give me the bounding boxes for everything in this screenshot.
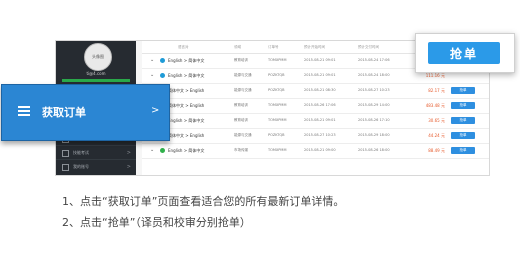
field: 教育培训	[234, 118, 248, 122]
price: 111.16 元	[425, 73, 445, 78]
lang-pair: English > 简体中文	[168, 58, 205, 63]
field: 能源与交通	[234, 133, 252, 137]
end-time: 2015-08-26 18:00	[358, 148, 390, 152]
sidebar-item-exam[interactable]: 技能考试 >	[56, 145, 136, 160]
list-icon	[18, 106, 30, 118]
lang-pair: 简体中文 > English	[168, 88, 205, 93]
col-header: 预计交付时间	[358, 45, 379, 49]
start-time: 2015-08-21 09:00	[304, 148, 336, 152]
grab-order-button[interactable]: 抢单	[451, 87, 475, 94]
table-row[interactable]: ⌄ English > 简体中文 市场传媒 TOMXPMM 2015-08-21…	[142, 143, 489, 159]
start-time: 2015-08-21 08:30	[304, 88, 336, 92]
table-row[interactable]: ⌄ English > 简体中文 教育培训 TOMXPMM 2015-08-21…	[142, 113, 489, 129]
sidebar-item-account[interactable]: 我的账号 >	[56, 159, 136, 174]
order-id: POZKTQB	[268, 73, 285, 77]
price: 30.65 元	[428, 118, 445, 123]
lang-pair: 简体中文 > English	[168, 133, 205, 138]
chevron-right-icon: >	[126, 150, 131, 156]
order-id: TOMXPMM	[268, 58, 287, 62]
grab-order-button[interactable]: 抢单	[451, 147, 475, 154]
get-orders-menu-item[interactable]: 获取订单 >	[1, 84, 170, 141]
start-time: 2015-08-21 09:01	[304, 73, 336, 77]
progress-bar	[62, 79, 130, 82]
expand-chevron-icon[interactable]: ⌄	[150, 147, 154, 153]
col-header: 语言对	[178, 45, 189, 49]
price: 88.49 元	[428, 148, 445, 153]
instruction-step-1: 1、点击“获取订单”页面查看适合您的所有最新订单详情。	[62, 195, 345, 208]
grab-button-callout: 抢单	[415, 33, 515, 73]
grab-order-button[interactable]: 抢单	[451, 117, 475, 124]
end-time: 2015-08-29 18:00	[358, 133, 390, 137]
col-header: 订单号	[268, 45, 279, 49]
order-id: POZKTQB	[268, 133, 285, 137]
price: 483.48 元	[425, 103, 445, 108]
start-time: 2015-08-27 10:23	[304, 133, 336, 137]
order-id: POZKTQB	[268, 88, 285, 92]
field: 市场传媒	[234, 148, 248, 152]
user-icon	[62, 163, 69, 171]
chevron-right-icon: >	[151, 105, 160, 116]
grab-order-button[interactable]: 抢单	[451, 132, 475, 139]
col-header: 预计开始时间	[304, 45, 325, 49]
avatar[interactable]: 头像图	[84, 43, 112, 71]
chevron-right-icon: >	[126, 164, 131, 170]
end-time: 2015-08-24 17:06	[358, 58, 390, 62]
order-id: TOMXPMM	[268, 148, 287, 152]
field: 能源与交通	[234, 88, 252, 92]
lang-pair: English > 简体中文	[168, 148, 205, 153]
table-row[interactable]: ⌄ 简体中文 > English 能源与交通 POZKTQB 2015-08-2…	[142, 128, 489, 144]
col-header: 领域	[234, 45, 241, 49]
language-icon	[160, 58, 165, 63]
lang-pair: 简体中文 > English	[168, 103, 205, 108]
lang-pair: English > 简体中文	[168, 118, 205, 123]
field: 能源与交通	[234, 73, 252, 77]
language-icon	[160, 148, 165, 153]
grab-order-button[interactable]: 抢单	[451, 102, 475, 109]
expand-chevron-icon[interactable]: ⌄	[150, 57, 154, 63]
grab-order-button-large[interactable]: 抢单	[428, 42, 500, 64]
end-time: 2015-08-24 18:00	[358, 73, 390, 77]
field: 教育培训	[234, 58, 248, 62]
end-time: 2015-08-26 17:10	[358, 118, 390, 122]
price: 44.24 元	[428, 133, 445, 138]
instruction-step-2: 2、点击“抢单”（译员和校审分别抢单）	[62, 216, 251, 229]
user-email: ti@4.com	[86, 71, 106, 76]
end-time: 2015-08-27 10:23	[358, 88, 390, 92]
price: 82.17 元	[428, 88, 445, 93]
get-orders-label: 获取订单	[42, 106, 86, 119]
lang-pair: English > 简体中文	[168, 73, 205, 78]
start-time: 2015-08-26 17:06	[304, 103, 336, 107]
start-time: 2015-08-21 09:01	[304, 58, 336, 62]
sidebar-item-label: 技能考试	[73, 150, 89, 155]
table-row[interactable]: ⌄ 简体中文 > English 教育培训 TOMXPMM 2015-08-26…	[142, 98, 489, 114]
field: 教育培训	[234, 103, 248, 107]
language-icon	[160, 73, 165, 78]
expand-chevron-icon[interactable]: ⌄	[150, 72, 154, 78]
edit-icon	[62, 149, 69, 157]
end-time: 2015-08-29 14:00	[358, 103, 390, 107]
sidebar-item-label: 我的账号	[73, 164, 89, 169]
start-time: 2015-08-21 09:01	[304, 118, 336, 122]
table-row[interactable]: ⌄ 简体中文 > English 能源与交通 POZKTQB 2015-08-2…	[142, 83, 489, 99]
order-id: TOMXPMM	[268, 118, 287, 122]
order-id: TOMXPMM	[268, 103, 287, 107]
